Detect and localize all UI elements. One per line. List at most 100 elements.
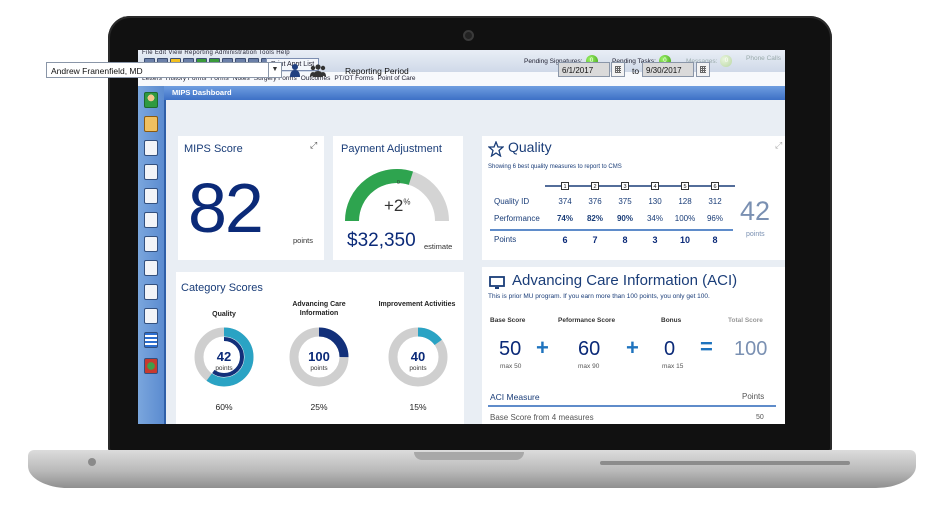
end-calendar-icon[interactable] [696, 62, 710, 77]
pen-icon[interactable] [144, 308, 158, 324]
mips-score-value: 82 [188, 169, 264, 247]
aci-unit: points [310, 365, 328, 372]
quality-id-cell: 376 [588, 197, 602, 206]
document-icon[interactable] [144, 164, 158, 180]
group-icon[interactable] [310, 63, 326, 77]
payment-adjustment-value: +2% [384, 196, 411, 216]
start-calendar-icon[interactable] [611, 62, 625, 77]
improvement-percent: 15% [409, 402, 427, 412]
end-date-field[interactable]: 9/30/2017 [642, 62, 694, 77]
mips-icon[interactable] [144, 358, 158, 374]
gauge-zero-label: 0 [397, 180, 400, 186]
quality-subtitle: Showing 6 best quality measures to repor… [488, 164, 622, 170]
quality-id-cell: 312 [708, 197, 722, 206]
laptop-notch [414, 452, 524, 460]
mail-icon[interactable] [144, 140, 158, 156]
phone-calls[interactable]: Phone Calls [746, 55, 781, 62]
quality-id-cell: 128 [678, 197, 692, 206]
aci-bonus-value: 0 [664, 338, 676, 360]
aci-performance-header: Peformance Score [558, 317, 616, 324]
quality-points-cell: 10 [679, 235, 690, 245]
adjustment-unit: % [403, 197, 411, 207]
aci-performance-max: max 90 [578, 363, 600, 370]
quality-points-label: Points [494, 235, 517, 244]
chart-icon[interactable] [144, 236, 158, 252]
aci-points-header: Points [742, 392, 765, 401]
quality-performance-cell: 96% [706, 214, 723, 223]
window-title: MIPS Dashboard [164, 86, 785, 100]
quality-row-divider [490, 229, 733, 231]
users-icon[interactable] [144, 188, 158, 204]
aci-total-header: Total Score [728, 317, 763, 324]
patient-icon[interactable] [144, 92, 158, 108]
mips-score-title: MIPS Score [184, 143, 243, 155]
aci-row-label: Base Score from 4 measures [490, 413, 594, 422]
quality-step: 6 [711, 182, 719, 190]
quality-id-cell: 130 [648, 197, 662, 206]
plus-icon: + [626, 335, 639, 360]
payment-amount: $32,350 [347, 230, 416, 251]
quality-performance-cell: 82% [586, 214, 603, 223]
menu-bar[interactable]: File Edit View Reporting Administration … [142, 50, 290, 56]
quality-step: 2 [591, 182, 599, 190]
aci-base-header: Base Score [490, 317, 526, 324]
aci-subtitle: This is prior MU program. If you earn mo… [488, 293, 710, 300]
aci-score: 100 [308, 349, 330, 364]
aci-percent: 25% [310, 402, 328, 412]
calendar-icon[interactable] [144, 116, 158, 132]
quality-total: 42 [740, 196, 771, 226]
quality-step: 5 [681, 182, 689, 190]
grid-icon[interactable] [144, 332, 158, 348]
webcam [463, 30, 474, 41]
phone-calls-label: Phone Calls [746, 55, 782, 62]
aci-bonus-header: Bonus [661, 317, 682, 324]
adjustment-number: +2 [384, 196, 404, 215]
aci-title-strong: Advancing [512, 272, 583, 289]
aci-divider [488, 405, 776, 407]
quality-performance-cell: 34% [646, 214, 663, 223]
equals-icon: = [700, 334, 713, 359]
category-aci-label: Advancing Care Information [292, 301, 346, 317]
quality-step: 1 [561, 182, 569, 190]
monitor-icon [489, 276, 505, 289]
mips-score-unit: points [293, 236, 314, 245]
checklist-icon[interactable] [144, 212, 158, 228]
nav-point-of-care[interactable]: Point of Care [378, 75, 416, 82]
quality-unit: points [215, 365, 233, 372]
nav-ptot-forms[interactable]: PT/OT Forms [334, 75, 373, 82]
quality-performance-label: Performance [494, 214, 540, 223]
expand-icon[interactable]: ⤢ [310, 140, 317, 151]
aci-row-points: 50 [756, 414, 764, 421]
quality-points-cell: 7 [592, 235, 598, 245]
category-quality-label: Quality [212, 311, 236, 318]
start-date-field[interactable]: 6/1/2017 [558, 62, 610, 77]
payment-adjustment-title: Payment Adjustment [341, 143, 442, 155]
quality-step: 3 [621, 182, 629, 190]
improvement-unit: points [409, 365, 427, 372]
quality-percent: 60% [215, 402, 233, 412]
aci-base-value: 50 [499, 338, 522, 360]
aci-title-rest: Care Information (ACI) [582, 272, 738, 289]
provider-select[interactable]: Andrew Franenfield, MD ▼ [46, 62, 282, 78]
sidebar [138, 86, 166, 424]
category-improvement-label: Improvement Activities [378, 301, 456, 308]
chevron-down-icon[interactable]: ▼ [268, 63, 281, 77]
payment-estimate-label: estimate [424, 242, 453, 251]
quality-points-cell: 8 [622, 235, 628, 245]
aci-title: Advancing Care Information (ACI) [512, 272, 737, 289]
quality-performance-cell: 74% [556, 214, 573, 223]
laptop-indicator [88, 458, 96, 466]
aci-performance-value: 60 [578, 338, 601, 360]
plus-icon: + [536, 335, 549, 360]
quality-points-cell: 8 [712, 235, 718, 245]
printer-icon[interactable] [144, 284, 158, 300]
reporting-period-label: Reporting Period [345, 66, 409, 76]
person-icon[interactable] [290, 63, 300, 77]
quality-title: Quality [508, 139, 552, 155]
scanner-icon[interactable] [144, 260, 158, 276]
quality-id-label: Quality ID [494, 197, 530, 206]
quality-id-cell: 374 [558, 197, 572, 206]
quality-expand-icon[interactable]: ⤢ [775, 140, 782, 151]
quality-step: 4 [651, 182, 659, 190]
laptop-slot [600, 461, 850, 465]
